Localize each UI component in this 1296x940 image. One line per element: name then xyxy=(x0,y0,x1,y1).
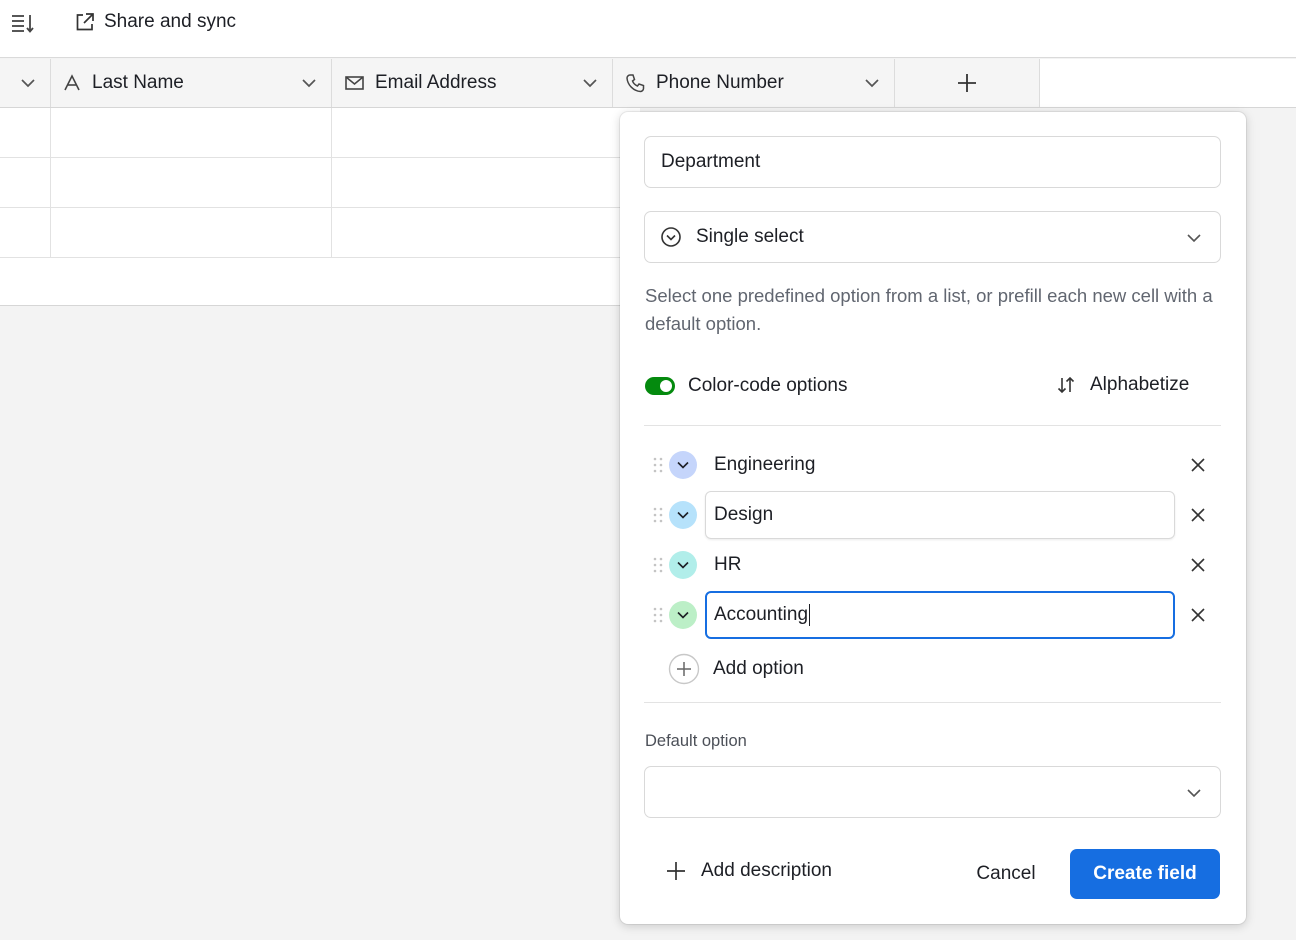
table-cell[interactable] xyxy=(51,158,332,207)
top-toolbar: Share and sync xyxy=(0,0,1296,58)
column-header-phone-number[interactable]: Phone Number xyxy=(613,59,895,107)
table-cell[interactable] xyxy=(0,158,51,207)
drag-handle-icon[interactable] xyxy=(652,456,664,474)
table-row xyxy=(0,208,640,258)
field-name-input[interactable]: Department xyxy=(644,136,1221,188)
default-option-label: Default option xyxy=(645,732,747,750)
table-cell[interactable] xyxy=(0,208,51,257)
option-name-input[interactable]: HR xyxy=(705,541,1175,589)
add-description-button[interactable]: Add description xyxy=(666,860,832,882)
drag-handle-icon[interactable] xyxy=(652,606,664,624)
single-select-icon xyxy=(661,227,681,247)
chevron-down-icon[interactable] xyxy=(864,76,880,90)
option-label: Engineering xyxy=(714,454,816,475)
cancel-button[interactable]: Cancel xyxy=(958,849,1054,899)
chevron-down-icon xyxy=(677,461,689,469)
toggle-knob xyxy=(660,380,672,392)
data-grid xyxy=(0,108,640,306)
chevron-down-icon[interactable] xyxy=(301,76,317,90)
chevron-down-icon xyxy=(677,511,689,519)
add-column-button[interactable] xyxy=(895,59,1040,107)
option-color-picker[interactable] xyxy=(669,601,697,629)
field-type-label: Single select xyxy=(696,226,804,247)
table-cell[interactable] xyxy=(51,108,332,157)
close-icon[interactable] xyxy=(1190,607,1206,623)
drag-handle-icon[interactable] xyxy=(652,556,664,574)
field-type-select[interactable]: Single select xyxy=(644,211,1221,263)
option-color-picker[interactable] xyxy=(669,451,697,479)
plus-icon xyxy=(667,862,685,880)
column-header-first[interactable] xyxy=(0,59,51,107)
divider xyxy=(644,425,1221,426)
close-icon[interactable] xyxy=(1190,557,1206,573)
add-description-label: Add description xyxy=(701,860,832,881)
table-cell[interactable] xyxy=(332,108,620,157)
drag-handle-icon[interactable] xyxy=(652,506,664,524)
chevron-down-icon[interactable] xyxy=(582,76,598,90)
chevron-down-icon xyxy=(1187,234,1201,243)
option-name-input[interactable]: Accounting xyxy=(705,591,1175,639)
table-cell[interactable] xyxy=(332,208,620,257)
add-row-area[interactable] xyxy=(0,258,640,308)
table-cell[interactable] xyxy=(332,158,620,207)
close-icon[interactable] xyxy=(1190,457,1206,473)
envelope-icon xyxy=(345,76,364,90)
external-link-icon xyxy=(76,13,94,31)
plus-icon xyxy=(958,74,976,92)
column-header-last-name[interactable]: Last Name xyxy=(51,59,332,107)
alphabetize-button[interactable]: Alphabetize xyxy=(1056,374,1189,396)
option-label: Accounting xyxy=(714,604,809,625)
alphabetize-label: Alphabetize xyxy=(1090,374,1190,395)
column-label: Email Address xyxy=(375,72,497,93)
table-cell[interactable] xyxy=(51,208,332,257)
phone-icon xyxy=(626,74,645,93)
share-and-sync-button[interactable]: Share and sync xyxy=(74,11,236,33)
option-label: HR xyxy=(714,554,742,575)
option-label: Design xyxy=(714,504,774,525)
chevron-down-icon xyxy=(1187,789,1201,798)
field-editor-panel: Department Single select Select one pred… xyxy=(620,112,1246,924)
field-type-description: Select one predefined option from a list… xyxy=(645,285,1213,334)
share-label: Share and sync xyxy=(104,11,237,32)
chevron-down-icon xyxy=(677,611,689,619)
list-sort-icon[interactable] xyxy=(10,12,36,34)
color-code-toggle[interactable] xyxy=(645,377,675,395)
color-code-label: Color-code options xyxy=(688,375,848,396)
option-row: Accounting xyxy=(648,590,1218,640)
sort-icon xyxy=(1057,376,1075,394)
column-header-row: Last Name Email Address Phone Number xyxy=(0,59,1296,108)
table-row xyxy=(0,158,640,208)
chevron-down-icon xyxy=(21,79,35,88)
option-row: HR xyxy=(648,540,1218,590)
option-row: Design xyxy=(648,490,1218,540)
table-row xyxy=(0,108,640,158)
text-cursor xyxy=(809,604,811,626)
add-option-label: Add option xyxy=(713,658,804,679)
chevron-down-icon xyxy=(677,561,689,569)
column-label: Last Name xyxy=(92,72,184,93)
option-color-picker[interactable] xyxy=(669,501,697,529)
option-row: Engineering xyxy=(648,440,1218,490)
default-option-select[interactable] xyxy=(644,766,1221,818)
table-cell[interactable] xyxy=(0,108,51,157)
column-header-email-address[interactable]: Email Address xyxy=(332,59,613,107)
create-field-button[interactable]: Create field xyxy=(1070,849,1220,899)
field-name-value: Department xyxy=(661,151,761,172)
close-icon[interactable] xyxy=(1190,507,1206,523)
add-option-button[interactable]: Add option xyxy=(668,653,804,685)
column-label: Phone Number xyxy=(656,72,784,93)
option-color-picker[interactable] xyxy=(669,551,697,579)
option-name-input[interactable]: Engineering xyxy=(705,441,1175,489)
option-name-input[interactable]: Design xyxy=(705,491,1175,539)
divider xyxy=(644,702,1221,703)
text-icon xyxy=(64,74,80,91)
plus-circle-icon xyxy=(668,653,700,685)
